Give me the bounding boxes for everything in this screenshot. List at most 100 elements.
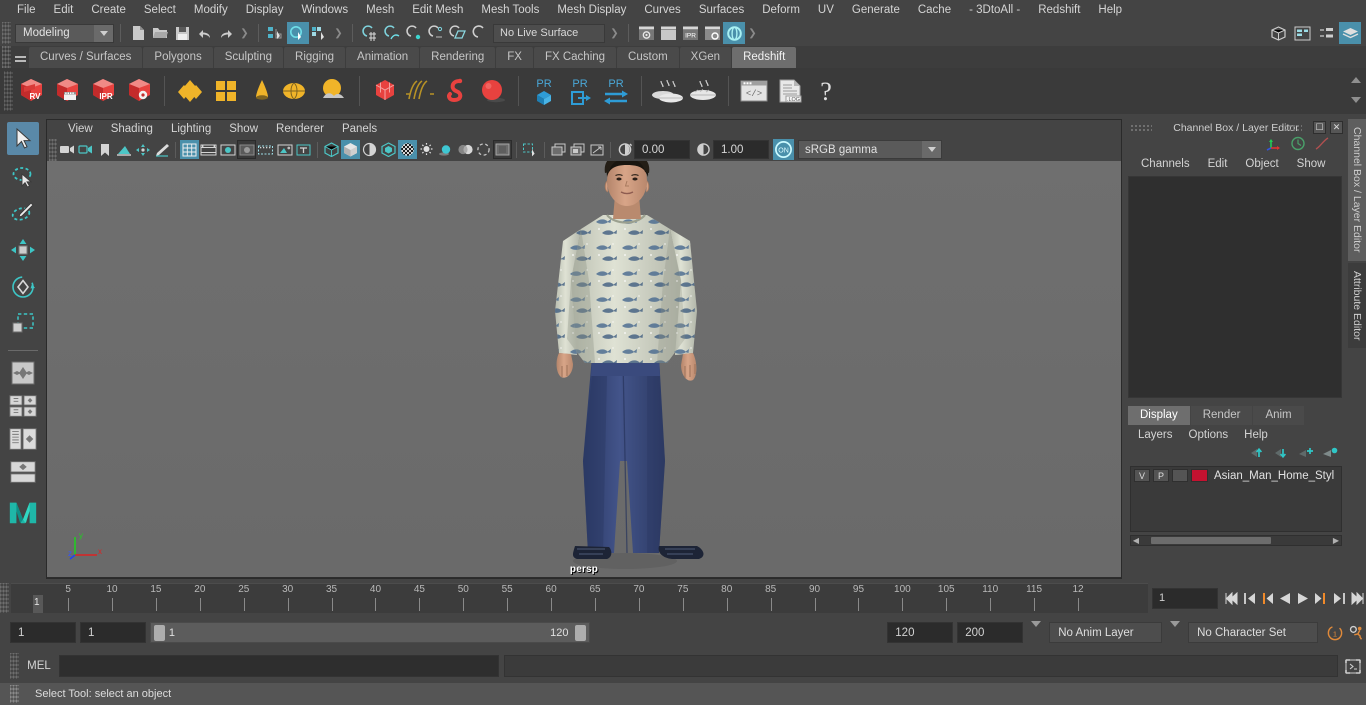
menu-help[interactable]: Help [1089, 0, 1131, 20]
step-back-keyframe-icon[interactable] [1240, 587, 1258, 609]
bookmark-icon[interactable] [95, 140, 114, 159]
step-forward-keyframe-icon[interactable] [1330, 587, 1348, 609]
isolate-select-icon[interactable] [493, 140, 512, 159]
redshift-log-icon[interactable]: .LOG [772, 71, 808, 111]
select-camera-icon[interactable] [57, 140, 76, 159]
redshift-light-icon[interactable] [244, 71, 280, 111]
viewport-toolbar-grip[interactable] [49, 138, 57, 161]
chevron-down-icon[interactable] [922, 141, 941, 158]
save-scene-icon[interactable] [171, 22, 193, 44]
menu-select[interactable]: Select [135, 0, 185, 20]
ambient-occlusion-icon[interactable] [436, 140, 455, 159]
live-surface-field[interactable]: No Live Surface [493, 23, 605, 43]
shelf-tab-fx[interactable]: FX [496, 47, 533, 68]
layer-row[interactable]: V P Asian_Man_Home_Styl [1131, 467, 1341, 484]
redshift-pr-export-icon[interactable]: PR [562, 71, 598, 111]
shelf-tab-xgen[interactable]: XGen [679, 47, 732, 68]
gamma-value-field[interactable]: 1.00 [713, 140, 769, 159]
menu-edit[interactable]: Edit [45, 0, 83, 20]
color-management-on-icon[interactable]: ON [773, 139, 794, 160]
redshift-bake-icon[interactable] [649, 71, 685, 111]
redshift-render-sequence-icon[interactable] [49, 71, 85, 111]
redshift-render-settings-icon[interactable] [121, 71, 157, 111]
undock-icon[interactable]: ☐ [1313, 121, 1326, 134]
layer-menu-options[interactable]: Options [1181, 429, 1237, 441]
use-all-lights-icon[interactable] [398, 140, 417, 159]
menu-deform[interactable]: Deform [753, 0, 809, 20]
rotate-tool[interactable] [7, 270, 39, 303]
select-tool[interactable] [6, 122, 39, 155]
select-by-component-type-icon[interactable] [309, 22, 331, 44]
auto-keyframe-icon[interactable]: 1 [1326, 622, 1344, 644]
menu-display[interactable]: Display [237, 0, 293, 20]
shelf-tab-fx-caching[interactable]: FX Caching [533, 47, 617, 68]
shelf-tab-rigging[interactable]: Rigging [284, 47, 346, 68]
menu-edit-mesh[interactable]: Edit Mesh [403, 0, 472, 20]
time-slider-grip[interactable] [0, 583, 9, 613]
command-language-label[interactable]: MEL [19, 660, 59, 672]
collapse-arrow-icon[interactable]: ❯ [334, 24, 343, 42]
create-new-layer-icon[interactable] [1298, 446, 1314, 462]
anim-layer-dropdown-arrow[interactable] [1031, 620, 1042, 639]
outliner-persp-layout[interactable] [8, 425, 38, 453]
grease-pencil-icon[interactable] [152, 140, 171, 159]
exposure-value-field[interactable]: 0.00 [634, 140, 690, 159]
viewport-menu-shading[interactable]: Shading [102, 123, 162, 135]
menu-set-selector[interactable]: Modeling [15, 23, 114, 43]
paint-select-tool[interactable] [7, 196, 39, 229]
redshift-pr-transfer-icon[interactable]: PR [598, 71, 634, 111]
exposure-icon[interactable] [275, 140, 294, 159]
collapse-arrow-icon[interactable]: ❯ [748, 24, 757, 42]
menu-mesh-tools[interactable]: Mesh Tools [472, 0, 548, 20]
show-hide-tool-settings-icon[interactable] [1315, 22, 1337, 44]
menu-3dtoall[interactable]: - 3DtoAll - [960, 0, 1029, 20]
command-input-field[interactable] [59, 655, 499, 677]
character-set-selector[interactable]: No Character Set [1188, 622, 1319, 643]
layer-tab-anim[interactable]: Anim [1253, 406, 1304, 425]
step-forward-frame-icon[interactable] [1312, 587, 1330, 609]
layer-tab-display[interactable]: Display [1128, 406, 1190, 425]
redshift-hair-icon[interactable] [403, 71, 439, 111]
playback-start-field[interactable]: 1 [79, 622, 146, 643]
menu-windows[interactable]: Windows [292, 0, 357, 20]
scale-tool[interactable] [7, 307, 39, 340]
go-to-end-icon[interactable] [1348, 587, 1366, 609]
shelf-tab-sculpting[interactable]: Sculpting [213, 47, 284, 68]
viewport-menu-show[interactable]: Show [220, 123, 267, 135]
redshift-material-icon[interactable] [172, 71, 208, 111]
layer-type-toggle[interactable] [1172, 469, 1188, 482]
two-d-pan-zoom-icon[interactable] [133, 140, 152, 159]
play-backwards-icon[interactable] [1276, 587, 1294, 609]
layer-playback-toggle[interactable]: P [1153, 469, 1169, 482]
collapse-arrow-icon[interactable]: ❯ [240, 24, 249, 42]
viewport-menu-panels[interactable]: Panels [333, 123, 386, 135]
make-live-icon[interactable] [469, 22, 491, 44]
move-layer-down-icon[interactable] [1274, 446, 1290, 462]
layer-tab-render[interactable]: Render [1190, 406, 1253, 425]
scroll-down-icon[interactable] [1351, 97, 1361, 103]
multisample-icon[interactable] [474, 140, 493, 159]
color-management-toggle-icon[interactable] [723, 22, 745, 44]
shelf-tab-redshift[interactable]: Redshift [732, 47, 797, 68]
menu-mesh[interactable]: Mesh [357, 0, 403, 20]
menu-mesh-display[interactable]: Mesh Display [548, 0, 635, 20]
help-line-grip[interactable] [10, 685, 19, 703]
shelf-grip[interactable] [2, 46, 11, 68]
resolution-gate-icon[interactable] [218, 140, 237, 159]
textured-icon[interactable] [379, 140, 398, 159]
color-space-selector[interactable]: sRGB gamma [798, 140, 942, 159]
motion-blur-icon[interactable] [455, 140, 474, 159]
script-editor-icon[interactable] [1344, 655, 1362, 677]
gate-mask-icon[interactable] [237, 140, 256, 159]
animation-start-field[interactable]: 1 [10, 622, 76, 643]
layer-list-horizontal-scrollbar[interactable]: ◀ ▶ [1130, 535, 1342, 546]
menu-uv[interactable]: UV [809, 0, 843, 20]
film-origin-icon[interactable] [256, 140, 275, 159]
create-layer-from-selected-icon[interactable] [1322, 446, 1338, 462]
viewport-snapshot-region-icon[interactable] [568, 140, 587, 159]
channel-graph-icon[interactable] [1314, 136, 1330, 154]
wireframe-icon[interactable] [322, 140, 341, 159]
redshift-ipr-icon[interactable]: IPR [85, 71, 121, 111]
xray-active-icon[interactable] [521, 140, 540, 159]
current-frame-field[interactable]: 1 [1152, 587, 1218, 609]
